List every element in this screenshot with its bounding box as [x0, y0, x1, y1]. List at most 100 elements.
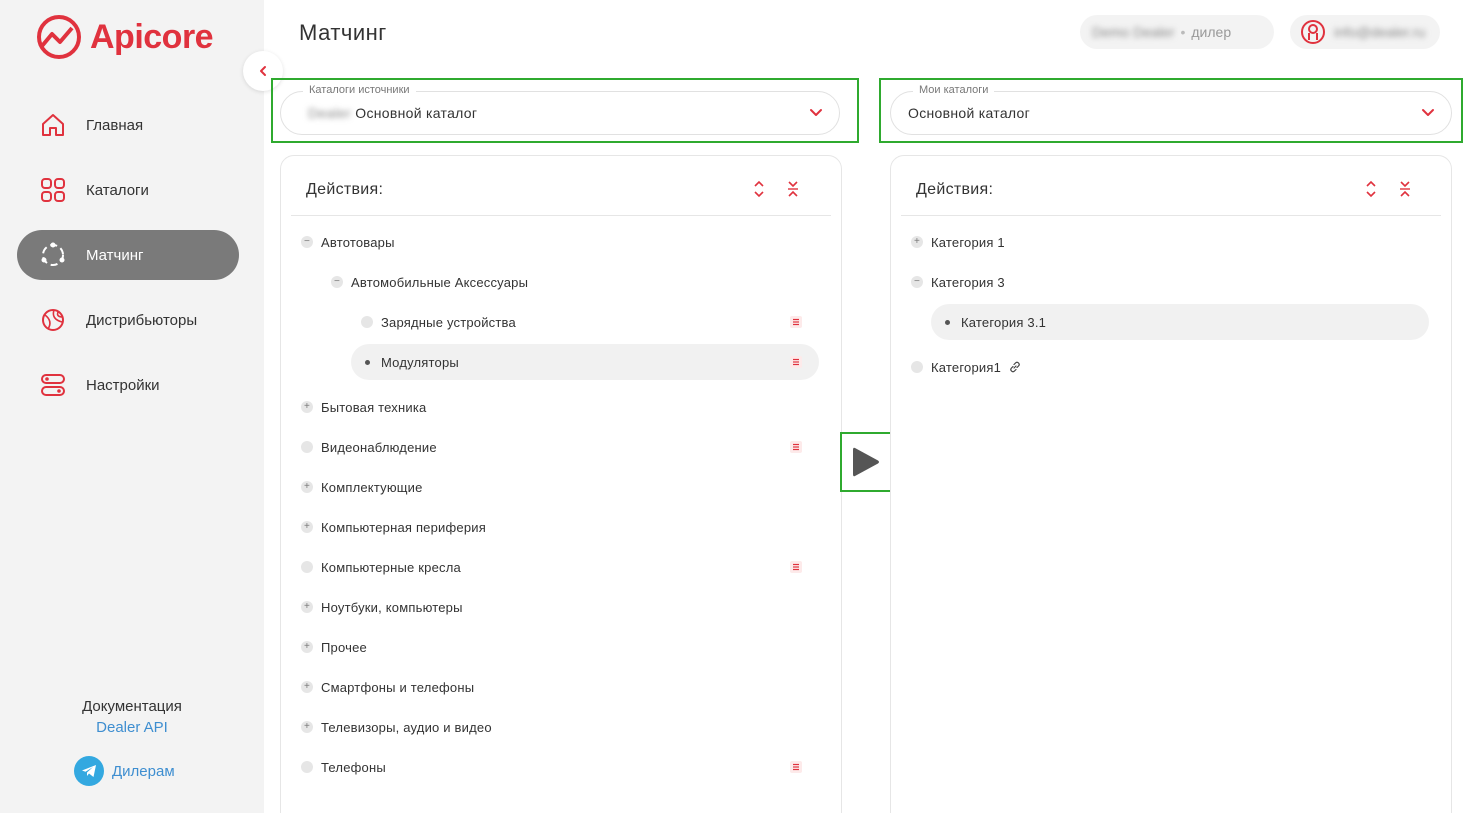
tree-node-label: Зарядные устройства: [381, 314, 516, 330]
expand-icon[interactable]: +: [301, 401, 313, 413]
matching-icon: [39, 241, 67, 269]
nav-item-settings[interactable]: Настройки: [17, 360, 239, 410]
collapse-icon[interactable]: −: [301, 236, 313, 248]
collapse-all-icon[interactable]: [785, 180, 801, 198]
document-icon[interactable]: [789, 315, 803, 329]
tree-node[interactable]: + Смартфоны и телефоны: [301, 669, 474, 705]
nav-item-home[interactable]: Главная: [17, 100, 239, 150]
source-panel-header: Действия:: [291, 156, 831, 216]
collapse-icon[interactable]: −: [331, 276, 343, 288]
telegram-icon: [74, 756, 104, 786]
selected-dot-icon: [941, 316, 953, 328]
tree-node[interactable]: − Автомобильные Аксессуары: [331, 264, 528, 300]
tree-node[interactable]: + Ноутбуки, компьютеры: [301, 589, 463, 625]
leaf-icon: [301, 761, 313, 773]
tree-node-label: Категория 3.1: [961, 314, 1047, 330]
nav-label-matching: Матчинг: [86, 246, 144, 264]
expand-icon[interactable]: +: [301, 521, 313, 533]
leaf-icon: [361, 316, 373, 328]
user-name: Demo Dealer: [1092, 24, 1175, 40]
tree-node[interactable]: Категория1: [911, 349, 1021, 385]
tree-node-selected[interactable]: Модуляторы: [351, 344, 819, 380]
tree-node-label: Категория 1: [931, 234, 1005, 250]
tree-node[interactable]: + Телевизоры, аудио и видео: [301, 709, 492, 745]
logo[interactable]: Apicore: [36, 14, 214, 60]
user-icon: [1301, 20, 1325, 44]
my-catalog-select[interactable]: Мои каталоги Основной каталог: [890, 84, 1452, 135]
tree-node-label: Комплектующие: [321, 479, 423, 495]
separator-dot: •: [1180, 24, 1186, 40]
telegram-label: Дилерам: [112, 762, 175, 780]
docs-block: Документация Dealer API: [0, 698, 264, 736]
telegram-link[interactable]: Дилерам: [74, 756, 175, 786]
tree-node[interactable]: − Категория 3: [911, 264, 1005, 300]
nav-item-matching[interactable]: Матчинг: [17, 230, 239, 280]
nav-label-distributors: Дистрибьюторы: [86, 311, 198, 329]
tree-node-label: Компьютерные кресла: [321, 559, 461, 575]
sidebar: Apicore Главная Каталоги Матчинг Дистриб…: [0, 0, 264, 813]
main-nav: Главная Каталоги Матчинг Дистрибьюторы Н…: [17, 100, 239, 425]
tree-node-label: Модуляторы: [381, 354, 459, 370]
tree-node[interactable]: + Категория 1: [911, 224, 1005, 260]
logo-icon: [37, 15, 81, 59]
source-select-legend: Каталоги источники: [303, 84, 416, 96]
chevron-left-icon: [260, 66, 266, 76]
tree-node-label: Бытовая техника: [321, 399, 427, 415]
tree-node-label: Категория 3: [931, 274, 1005, 290]
tree-node-label: Телевизоры, аудио и видео: [321, 719, 492, 735]
nav-item-catalogs[interactable]: Каталоги: [17, 165, 239, 215]
tree-node[interactable]: Видеонаблюдение: [301, 429, 437, 465]
tree-node[interactable]: Телефоны: [301, 749, 386, 785]
leaf-icon: [911, 361, 923, 373]
nav-item-distributors[interactable]: Дистрибьюторы: [17, 295, 239, 345]
tree-node-selected[interactable]: Категория 3.1: [931, 304, 1429, 340]
tree-node-label: Видеонаблюдение: [321, 439, 437, 455]
expand-icon[interactable]: +: [301, 601, 313, 613]
tree-node[interactable]: + Бытовая техника: [301, 389, 426, 425]
docs-link[interactable]: Dealer API: [0, 719, 264, 736]
my-select-value: Основной каталог: [908, 105, 1031, 121]
expand-icon[interactable]: +: [301, 641, 313, 653]
collapse-icon[interactable]: −: [911, 276, 923, 288]
globe-icon: [39, 306, 67, 334]
tree-node-label: Категория1: [931, 359, 1002, 375]
document-icon[interactable]: [789, 560, 803, 574]
collapse-all-icon[interactable]: [1397, 180, 1413, 198]
account-name: info@dealer.ru: [1334, 24, 1426, 40]
tree-node-label: Прочее: [321, 639, 367, 655]
expand-icon[interactable]: +: [301, 481, 313, 493]
source-tree-panel: Действия: − Автотовары − Автомобильные Аксе…: [280, 155, 842, 813]
user-role: дилер: [1191, 24, 1232, 40]
document-icon[interactable]: [789, 760, 803, 774]
docs-label: Документация: [82, 698, 182, 715]
tree-node-label: Ноутбуки, компьютеры: [321, 599, 463, 615]
tree-node-label: Телефоны: [321, 759, 386, 775]
source-select-prefix: Dealer: [308, 105, 352, 121]
chevron-down-icon: [1422, 109, 1434, 116]
match-button[interactable]: [840, 432, 892, 492]
document-icon[interactable]: [789, 355, 803, 369]
source-select-value-wrap: Dealer Основной каталог: [308, 105, 477, 121]
home-icon: [39, 111, 67, 139]
expand-icon[interactable]: +: [301, 681, 313, 693]
user-pill[interactable]: Demo Dealer • дилер: [1080, 15, 1274, 49]
play-icon: [853, 447, 879, 477]
source-select-value: Основной каталог: [355, 105, 478, 121]
tree-node[interactable]: + Прочее: [301, 629, 367, 665]
source-catalog-select[interactable]: Каталоги источники Dealer Основной катал…: [280, 84, 840, 135]
expand-all-icon[interactable]: [1363, 180, 1379, 198]
leaf-icon: [301, 561, 313, 573]
logo-text: Apicore: [90, 17, 214, 56]
expand-all-icon[interactable]: [751, 180, 767, 198]
tree-node[interactable]: + Компьютерная периферия: [301, 509, 486, 545]
source-panel-title: Действия:: [306, 181, 384, 198]
expand-icon[interactable]: +: [301, 721, 313, 733]
expand-icon[interactable]: +: [911, 236, 923, 248]
document-icon[interactable]: [789, 440, 803, 454]
tree-node[interactable]: Компьютерные кресла: [301, 549, 461, 585]
tree-node-label: Автомобильные Аксессуары: [351, 274, 529, 290]
tree-node[interactable]: + Комплектующие: [301, 469, 423, 505]
account-pill[interactable]: info@dealer.ru: [1290, 15, 1440, 49]
tree-node[interactable]: − Автотовары: [301, 224, 395, 260]
tree-node[interactable]: Зарядные устройства: [361, 304, 516, 340]
